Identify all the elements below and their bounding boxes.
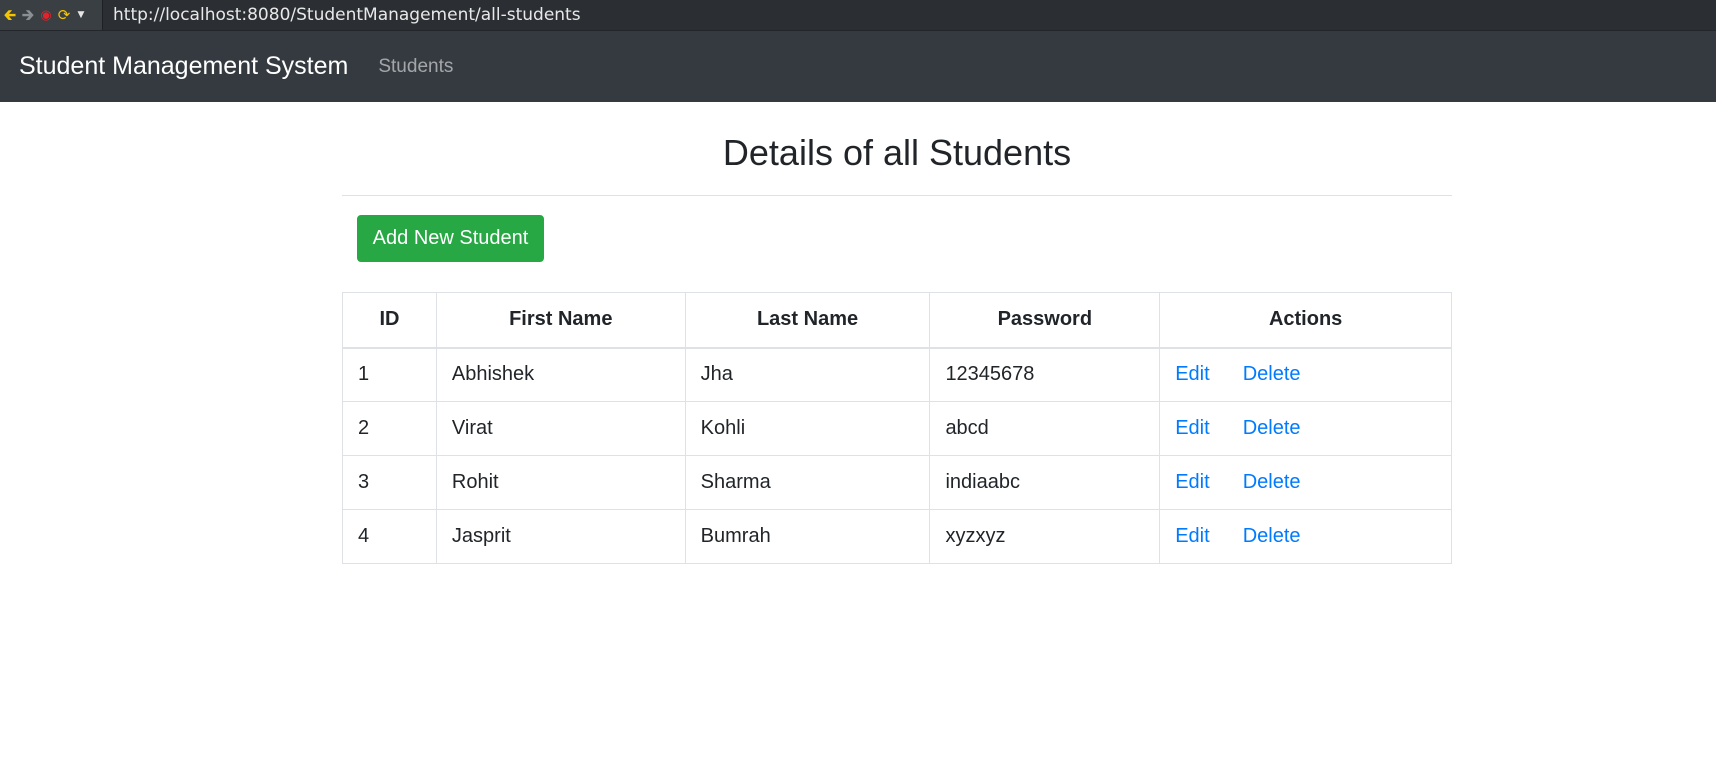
- history-dropdown-icon[interactable]: ▼: [74, 5, 88, 25]
- students-table: ID First Name Last Name Password Actions…: [342, 292, 1452, 564]
- cell-actions: Edit Delete: [1159, 509, 1452, 564]
- cell-id: 1: [342, 347, 437, 402]
- app-navbar: Student Management System Students: [0, 31, 1716, 102]
- address-bar[interactable]: http://localhost:8080/StudentManagement/…: [102, 0, 1716, 30]
- table-row: 4 Jasprit Bumrah xyzxyz Edit Delete: [342, 509, 1452, 564]
- browser-toolbar: 🡰 🡲 ◉ ⟳ ▼ http://localhost:8080/StudentM…: [0, 0, 1716, 31]
- stop-icon[interactable]: ◉: [38, 5, 54, 25]
- column-header-first-name: First Name: [435, 292, 686, 349]
- cell-actions: Edit Delete: [1159, 401, 1452, 456]
- nav-link-students[interactable]: Students: [378, 56, 453, 78]
- cell-password: indiaabc: [929, 455, 1161, 510]
- cell-first-name: Abhishek: [435, 347, 686, 402]
- cell-last-name: Bumrah: [684, 509, 931, 564]
- navbar-brand[interactable]: Student Management System: [19, 52, 348, 81]
- page-title: Details of all Students: [722, 132, 1072, 173]
- cell-password: xyzxyz: [929, 509, 1161, 564]
- column-header-id: ID: [342, 292, 437, 349]
- browser-nav-controls: 🡰 🡲 ◉ ⟳ ▼: [2, 3, 88, 27]
- cell-password: 12345678: [929, 347, 1161, 402]
- delete-link[interactable]: Delete: [1243, 471, 1301, 493]
- back-arrow-icon[interactable]: 🡰: [2, 5, 18, 25]
- cell-first-name: Rohit: [435, 455, 686, 510]
- address-bar-url: http://localhost:8080/StudentManagement/…: [113, 5, 581, 25]
- column-header-password: Password: [929, 292, 1161, 349]
- cell-last-name: Jha: [684, 347, 931, 402]
- table-row: 2 Virat Kohli abcd Edit Delete: [342, 401, 1452, 456]
- cell-first-name: Virat: [435, 401, 686, 456]
- edit-link[interactable]: Edit: [1175, 525, 1209, 547]
- cell-actions: Edit Delete: [1159, 455, 1452, 510]
- delete-link[interactable]: Delete: [1243, 363, 1301, 385]
- cell-last-name: Kohli: [684, 401, 931, 456]
- cell-actions: Edit Delete: [1159, 347, 1452, 402]
- main-container: Details of all Students Add New Student …: [342, 102, 1452, 564]
- edit-link[interactable]: Edit: [1175, 471, 1209, 493]
- table-row: 1 Abhishek Jha 12345678 Edit Delete: [342, 347, 1452, 402]
- cell-password: abcd: [929, 401, 1161, 456]
- table-row: 3 Rohit Sharma indiaabc Edit Delete: [342, 455, 1452, 510]
- cell-id: 3: [342, 455, 437, 510]
- table-header-row: ID First Name Last Name Password Actions: [342, 292, 1452, 349]
- delete-link[interactable]: Delete: [1243, 525, 1301, 547]
- forward-arrow-icon[interactable]: 🡲: [20, 5, 36, 25]
- edit-link[interactable]: Edit: [1175, 417, 1209, 439]
- reload-icon[interactable]: ⟳: [56, 5, 72, 25]
- column-header-last-name: Last Name: [684, 292, 931, 349]
- title-divider: [342, 195, 1452, 196]
- cell-last-name: Sharma: [684, 455, 931, 510]
- delete-link[interactable]: Delete: [1243, 417, 1301, 439]
- cell-id: 4: [342, 509, 437, 564]
- add-new-student-button[interactable]: Add New Student: [357, 215, 544, 262]
- edit-link[interactable]: Edit: [1175, 363, 1209, 385]
- cell-first-name: Jasprit: [435, 509, 686, 564]
- cell-id: 2: [342, 401, 437, 456]
- column-header-actions: Actions: [1159, 292, 1452, 349]
